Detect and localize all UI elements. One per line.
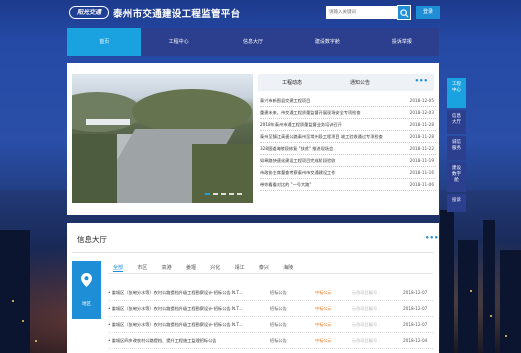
news-tabs: 工程动态 通知公告 ••• <box>258 74 434 91</box>
location-pin-icon <box>81 273 92 287</box>
tender-status: 中标公示 <box>315 338 332 343</box>
tender-code: 示例项目编号 <box>352 322 378 327</box>
table-row[interactable]: • 姜堰区（张甸分水等）农村公路提档升级工程勘察设计-招标公告 N.T... 招… <box>108 317 433 333</box>
tab-project-news[interactable]: 工程动态 <box>258 79 326 86</box>
news-date: 2018-11-06 <box>409 182 434 187</box>
nav-complaints[interactable]: 投诉举报 <box>365 28 439 56</box>
side-item-complaints[interactable]: 投诉 <box>447 194 466 212</box>
nav-digital-cockpit[interactable]: 建设数字舱 <box>290 28 364 56</box>
login-button[interactable]: 登录 <box>416 6 440 19</box>
tab-district-jingjiang[interactable]: 靖江 <box>235 264 245 272</box>
list-item[interactable]: 如皋路快速化建设工程项目完成阶段验收 2018-11-19 <box>260 155 436 167</box>
tender-title[interactable]: • 姜堰区（张甸分水等）农村公路提档升级工程勘察设计-招标公告 N.T... <box>108 285 248 301</box>
list-item[interactable]: 328国道海陵段修复 "扶贫" 推进现场会 2018-11-22 <box>260 143 436 155</box>
site-title: 泰州市交通建设工程监管平台 <box>113 9 241 20</box>
section-title: 信息大厅 <box>77 235 107 244</box>
tender-type: 招标公告 <box>270 338 287 343</box>
tab-notices[interactable]: 通知公告 <box>326 79 394 86</box>
banner-dot[interactable] <box>229 193 234 195</box>
news-date: 2018-11-16 <box>409 170 434 175</box>
nav-project-center[interactable]: 工程中心 <box>141 28 215 56</box>
tender-title[interactable]: • 姜堰区四乡改农村公路提档、提升工程施工监理招标公告 <box>108 333 248 349</box>
table-row[interactable]: • 姜堰区四乡改农村公路提档、提升工程施工监理招标公告 招标公告 中标公示 示例… <box>108 333 433 349</box>
list-item[interactable]: 重建未来，市交通工程质量监督开展现场安全专项检查 2018-12-03 <box>260 107 436 119</box>
side-item-credit-service[interactable]: 诚信 服务 <box>447 136 466 160</box>
tender-type: 招标公告 <box>270 290 287 295</box>
news-list: 泰兴市新图县交建工程项目 2018-12-05 重建未来，市交通工程质量监督开展… <box>260 95 436 191</box>
news-title[interactable]: 重建未来，市交通工程质量监督开展现场安全专项检查 <box>260 107 400 119</box>
region-label: 地区 <box>82 302 91 307</box>
tender-type: 招标公告 <box>270 306 287 311</box>
list-item[interactable]: 泰州至镇江高速公路泰州至常州段工程项目 竣工验收通过专项检查 2018-11-2… <box>260 131 436 143</box>
hall-more-icon[interactable]: ••• <box>425 234 438 242</box>
divider <box>108 273 433 274</box>
banner-dot[interactable] <box>221 193 226 195</box>
main-nav: 首页 工程中心 信息大厅 建设数字舱 投诉举报 <box>67 28 439 56</box>
tender-code: 示例项目编号 <box>352 306 378 311</box>
list-item[interactable]: 泰兴市新图县交建工程项目 2018-12-05 <box>260 95 436 107</box>
news-title[interactable]: 泰兴市新图县交建工程项目 <box>260 95 400 107</box>
search-button[interactable] <box>397 5 411 20</box>
side-item-digital-cockpit[interactable]: 建设 数字舱 <box>447 162 466 192</box>
tender-type: 招标公告 <box>270 322 287 327</box>
tender-date: 2018-12-07 <box>403 322 428 327</box>
banner-dot[interactable] <box>237 193 242 195</box>
side-floating-menu: 工程 中心 信息 大厅 诚信 服务 建设 数字舱 投诉 <box>447 78 466 214</box>
news-date: 2018-11-28 <box>409 134 434 139</box>
banner-pagination <box>205 193 242 195</box>
table-row[interactable]: • 姜堰区（张甸分水等）农村公路提档升级工程勘察设计-招标公告 N.T... 招… <box>108 285 433 301</box>
news-title[interactable]: 如皋路快速化建设工程项目完成阶段验收 <box>260 155 400 167</box>
tender-status: 中标公示 <box>315 322 332 327</box>
table-row[interactable]: • 姜堰区（张甸分水等）农村公路提档升级工程勘察设计-招标公告 N.T... 招… <box>108 301 433 317</box>
side-item-project-center[interactable]: 工程 中心 <box>447 78 466 108</box>
district-tabs: 全部 市区 高港 姜堰 兴化 靖江 泰兴 海陵 <box>113 264 308 272</box>
tab-district-taixing[interactable]: 泰兴 <box>259 264 269 272</box>
news-date: 2018-11-28 <box>409 122 434 127</box>
tab-district-all[interactable]: 全部 <box>113 264 124 272</box>
tab-district-jiangyan[interactable]: 姜堰 <box>186 264 196 272</box>
side-item-info-hall[interactable]: 信息 大厅 <box>447 110 466 134</box>
tender-status: 中标公示 <box>315 306 332 311</box>
news-title[interactable]: 328国道海陵段修复 "扶贫" 推进现场会 <box>260 143 400 155</box>
news-title[interactable]: 市政协主席督查考察泰州市交通建设工作 <box>260 167 400 179</box>
banner-dot[interactable] <box>213 193 218 195</box>
news-title[interactable]: 带你看看对比的 "一号大路" <box>260 179 400 191</box>
tender-list: • 姜堰区（张甸分水等）农村公路提档升级工程勘察设计-招标公告 N.T... 招… <box>108 285 433 349</box>
tender-status: 中标公示 <box>315 290 332 295</box>
banner-dot[interactable] <box>205 193 210 195</box>
tender-code: 示例项目编号 <box>352 290 378 295</box>
list-item[interactable]: 市政协主席督查考察泰州市交通建设工作 2018-11-16 <box>260 167 436 179</box>
news-more-icon[interactable]: ••• <box>415 77 428 85</box>
site-header: 阳光交通 泰州市交通建设工程监管平台 登录 <box>0 0 521 28</box>
divider <box>72 252 434 253</box>
news-title[interactable]: 2018年泰州市通工程质量监督业务培训召开 <box>260 119 400 131</box>
tender-title[interactable]: • 姜堰区（张甸分水等）农村公路提档升级工程勘察设计-招标公告 N.T... <box>108 317 248 333</box>
news-date: 2018-11-19 <box>409 158 434 163</box>
news-date: 2018-12-03 <box>409 110 434 115</box>
nav-info-hall[interactable]: 信息大厅 <box>216 28 290 56</box>
list-item[interactable]: 2018年泰州市通工程质量监督业务培训召开 2018-11-28 <box>260 119 436 131</box>
tender-title[interactable]: • 姜堰区（张甸分水等）农村公路提档升级工程勘察设计-招标公告 N.T... <box>108 301 248 317</box>
tab-district-city[interactable]: 市区 <box>137 264 147 272</box>
tender-date: 2018-12-07 <box>403 290 428 295</box>
search-icon <box>400 9 409 18</box>
news-title[interactable]: 泰州至镇江高速公路泰州至常州段工程项目 竣工验收通过专项检查 <box>260 131 400 143</box>
news-date: 2018-11-22 <box>409 146 434 151</box>
news-date: 2018-12-05 <box>409 98 434 103</box>
banner-image[interactable] <box>72 74 253 203</box>
site-logo[interactable]: 阳光交通 <box>69 6 109 19</box>
tab-district-hailing[interactable]: 海陵 <box>283 264 293 272</box>
tab-district-xinghua[interactable]: 兴化 <box>210 264 220 272</box>
tender-date: 2018-12-07 <box>403 306 428 311</box>
list-item[interactable]: 带你看看对比的 "一号大路" 2018-11-06 <box>260 179 436 191</box>
region-filter-card[interactable]: 地区 <box>72 261 101 319</box>
nav-home[interactable]: 首页 <box>67 28 142 56</box>
search-input[interactable] <box>326 6 397 19</box>
tender-code: 示例项目编号 <box>352 338 378 343</box>
tender-date: 2018-12-04 <box>403 338 428 343</box>
tab-district-gaogang[interactable]: 高港 <box>162 264 172 272</box>
